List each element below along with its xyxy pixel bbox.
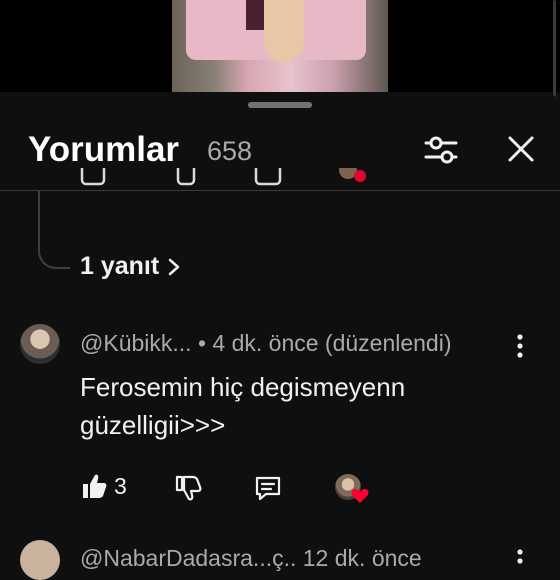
- filter-button[interactable]: [420, 130, 462, 170]
- avatar[interactable]: [20, 324, 60, 364]
- sliders-icon: [424, 136, 458, 164]
- thumbs-down-icon: [175, 475, 202, 501]
- video-frame[interactable]: [172, 0, 388, 92]
- close-button[interactable]: [502, 130, 540, 168]
- previous-comment-actions: [80, 168, 380, 190]
- more-vertical-icon: [517, 334, 523, 358]
- page-title: Yorumlar: [28, 130, 180, 169]
- thread-connector: [38, 191, 70, 269]
- creator-heart-badge: [335, 474, 369, 506]
- chevron-right-icon: [168, 258, 180, 275]
- like-count: 3: [114, 472, 127, 499]
- replies-label: 1 yanıt: [80, 252, 160, 280]
- reply-button[interactable]: [254, 474, 282, 507]
- drag-handle[interactable]: [248, 102, 312, 108]
- view-replies-button[interactable]: 1 yanıt: [80, 252, 181, 281]
- comment-author[interactable]: @Kübikk...: [80, 330, 192, 356]
- close-icon: [508, 136, 534, 162]
- video-content-hand: [264, 0, 304, 62]
- comment-actions: 3: [80, 472, 480, 506]
- clipped-icons: [80, 168, 366, 186]
- dislike-button[interactable]: [174, 474, 202, 507]
- comment-menu-button[interactable]: [510, 333, 530, 359]
- creator-heart-icon: [351, 488, 369, 503]
- comment-text: Ferosemin hiç degismeyenn güzelligii>>>: [80, 372, 406, 440]
- comment-reply-icon: [255, 476, 281, 501]
- like-button[interactable]: 3: [80, 472, 127, 500]
- more-vertical-icon: [517, 549, 523, 564]
- comment-timestamp: • 4 dk. önce (düzenlendi): [197, 330, 452, 356]
- video-player-area[interactable]: [0, 0, 560, 92]
- next-comment-menu-button[interactable]: [510, 548, 530, 574]
- next-comment-avatar[interactable]: [20, 540, 60, 580]
- comment-meta: @Kübikk... • 4 dk. önce (düzenlendi): [80, 330, 452, 357]
- thumbs-up-icon: [83, 474, 107, 498]
- next-comment-meta: @NabarDadasra...ç.. 12 dk. önce: [80, 545, 422, 571]
- header-divider: [0, 190, 560, 191]
- comment-count: 658: [207, 136, 253, 166]
